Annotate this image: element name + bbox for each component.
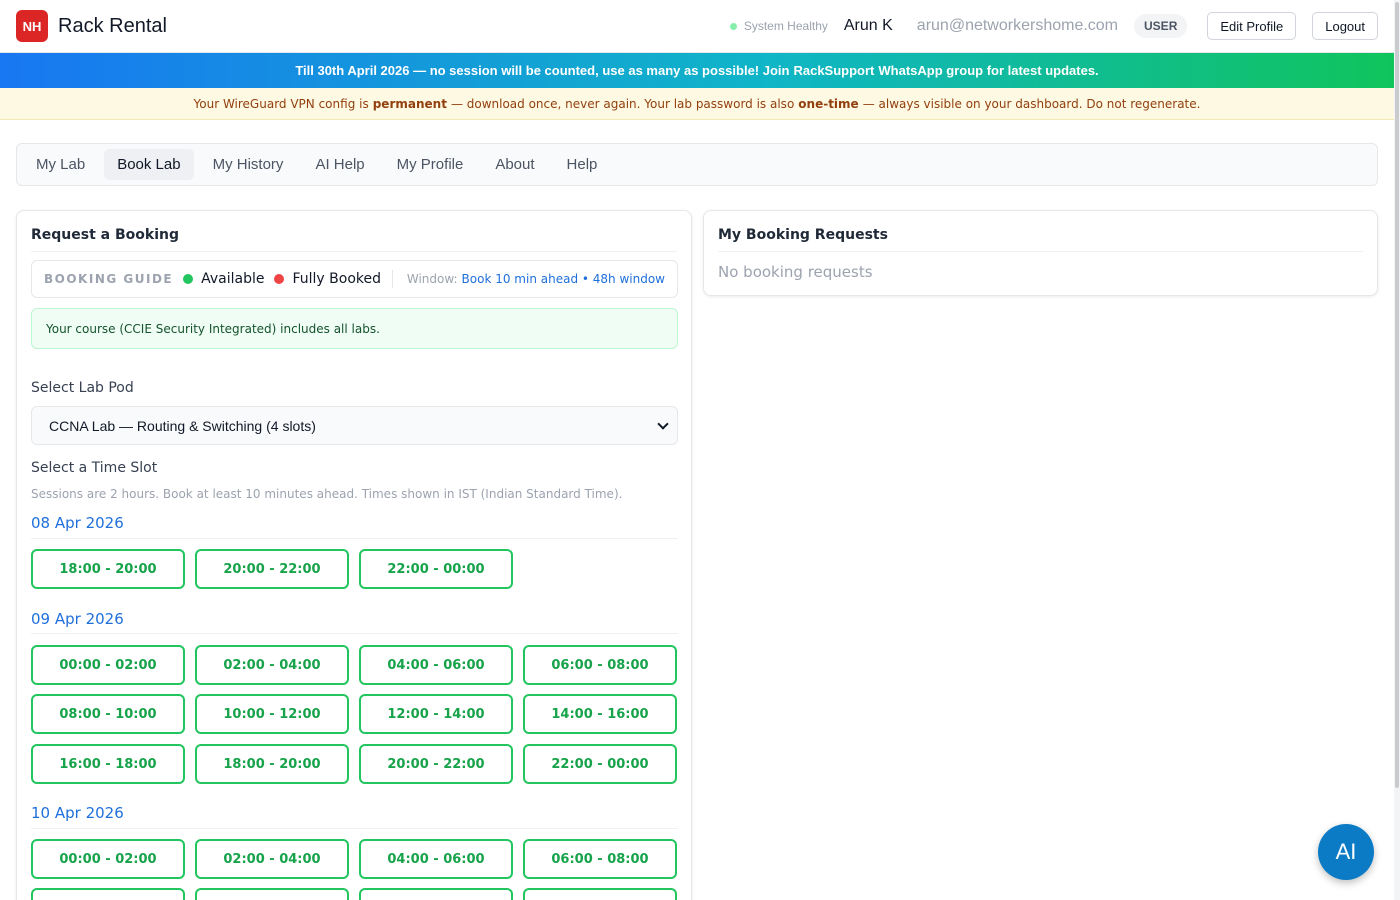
tab-about[interactable]: About (482, 149, 547, 180)
time-slot-button[interactable]: 06:00 - 08:00 (523, 839, 677, 879)
time-slot-button[interactable]: 04:00 - 06:00 (359, 645, 513, 685)
main-tabs: My Lab Book Lab My History AI Help My Pr… (16, 143, 1378, 186)
divider (31, 828, 678, 829)
booking-card: Request a Booking BOOKING GUIDE Availabl… (16, 210, 692, 900)
top-header: NH Rack Rental System Healthy Arun K aru… (0, 0, 1394, 53)
time-slot-button[interactable]: 08:00 - 10:00 (31, 694, 185, 734)
time-slot-button[interactable]: 22:00 - 00:00 (359, 549, 513, 589)
divider (391, 270, 393, 288)
course-info: Your course (CCIE Security Integrated) i… (31, 308, 678, 349)
tab-ai-help[interactable]: AI Help (302, 149, 377, 180)
notice-bold-2: one-time (798, 96, 859, 111)
time-slot-button[interactable]: 22:00 - 00:00 (523, 744, 677, 784)
tab-my-history[interactable]: My History (200, 149, 297, 180)
edit-profile-button[interactable]: Edit Profile (1207, 12, 1297, 40)
time-slot-button-partial[interactable] (359, 888, 513, 900)
booking-card-title: Request a Booking (31, 227, 179, 243)
tab-book-lab[interactable]: Book Lab (104, 149, 194, 180)
user-email: arun@networkershome.com (916, 17, 1119, 34)
date-heading: 08 Apr 2026 (31, 514, 124, 532)
logout-button[interactable]: Logout (1312, 12, 1378, 40)
booked-dot-icon (274, 274, 285, 284)
booked-legend: Fully Booked (292, 271, 382, 287)
notice-part-1: Your WireGuard VPN config is (193, 96, 369, 111)
select-slot-label: Select a Time Slot (31, 460, 158, 476)
header-right: System Healthy Arun K arun@networkershom… (729, 12, 1378, 40)
time-slot-button[interactable]: 12:00 - 14:00 (359, 694, 513, 734)
user-name: Arun K (843, 17, 893, 34)
time-slot-button[interactable]: 18:00 - 20:00 (31, 549, 185, 589)
time-slot-button[interactable]: 00:00 - 02:00 (31, 645, 185, 685)
ai-chat-button[interactable]: AI (1318, 824, 1374, 880)
notice-part-3: — always visible on your dashboard. Do n… (862, 96, 1201, 111)
system-status-text: System Healthy (743, 19, 828, 33)
tab-my-lab[interactable]: My Lab (23, 149, 98, 180)
booking-requests-card: My Booking Requests No booking requests (703, 210, 1378, 296)
system-status: System Healthy (729, 19, 828, 33)
time-slot-button[interactable]: 00:00 - 02:00 (31, 839, 185, 879)
status-dot-icon (729, 22, 737, 30)
time-slot-button[interactable]: 16:00 - 18:00 (31, 744, 185, 784)
booking-guide-label: BOOKING GUIDE (44, 272, 174, 286)
slot-hint: Sessions are 2 hours. Book at least 10 m… (31, 487, 623, 501)
app-title: Rack Rental (58, 14, 167, 37)
divider (31, 251, 677, 252)
time-slot-button[interactable]: 20:00 - 22:00 (195, 549, 349, 589)
date-heading: 09 Apr 2026 (31, 610, 124, 628)
time-slot-button-partial[interactable] (523, 888, 677, 900)
promo-highlight: RackSupport (793, 63, 875, 78)
time-slot-button[interactable]: 20:00 - 22:00 (359, 744, 513, 784)
time-slot-button-partial[interactable] (31, 888, 185, 900)
time-slot-button[interactable]: 02:00 - 04:00 (195, 839, 349, 879)
window-label: Window: (406, 272, 458, 286)
booking-guide: BOOKING GUIDE Available Fully Booked Win… (31, 260, 678, 298)
time-slot-button-partial[interactable] (195, 888, 349, 900)
tab-my-profile[interactable]: My Profile (384, 149, 477, 180)
time-slot-button[interactable]: 06:00 - 08:00 (523, 645, 677, 685)
divider (31, 633, 678, 634)
time-slot-button[interactable]: 10:00 - 12:00 (195, 694, 349, 734)
promo-banner: Till 30th April 2026 — no session will b… (0, 53, 1394, 88)
promo-text-after: WhatsApp group for latest updates. (878, 63, 1099, 78)
chevron-down-icon (657, 417, 669, 430)
empty-requests-text: No booking requests (718, 263, 873, 281)
available-legend: Available (201, 271, 265, 287)
lab-pod-select[interactable]: CCNA Lab — Routing & Switching (4 slots) (31, 406, 678, 445)
date-heading: 10 Apr 2026 (31, 804, 124, 822)
page-scrollbar-thumb[interactable] (1395, 2, 1399, 788)
lab-pod-select-value: CCNA Lab — Routing & Switching (4 slots) (49, 417, 316, 434)
role-badge: USER (1134, 14, 1188, 38)
divider (31, 538, 678, 539)
notice-bold-1: permanent (372, 96, 447, 111)
time-slot-button[interactable]: 04:00 - 06:00 (359, 839, 513, 879)
window-value: Book 10 min ahead • 48h window (461, 272, 665, 286)
logo[interactable]: NH (16, 10, 48, 42)
tab-help[interactable]: Help (554, 149, 611, 180)
booking-requests-title: My Booking Requests (718, 227, 888, 243)
available-dot-icon (183, 274, 194, 284)
time-slot-button[interactable]: 14:00 - 16:00 (523, 694, 677, 734)
time-slot-button[interactable]: 02:00 - 04:00 (195, 645, 349, 685)
time-slot-button[interactable]: 18:00 - 20:00 (195, 744, 349, 784)
page: NH Rack Rental System Healthy Arun K aru… (0, 0, 1400, 900)
divider (718, 251, 1363, 252)
promo-text-before: Till 30th April 2026 — no session will b… (295, 63, 790, 78)
notice-part-2: — download once, never again. Your lab p… (450, 96, 795, 111)
notice-banner: Your WireGuard VPN config is permanent —… (0, 88, 1394, 120)
select-pod-label: Select Lab Pod (31, 380, 134, 396)
